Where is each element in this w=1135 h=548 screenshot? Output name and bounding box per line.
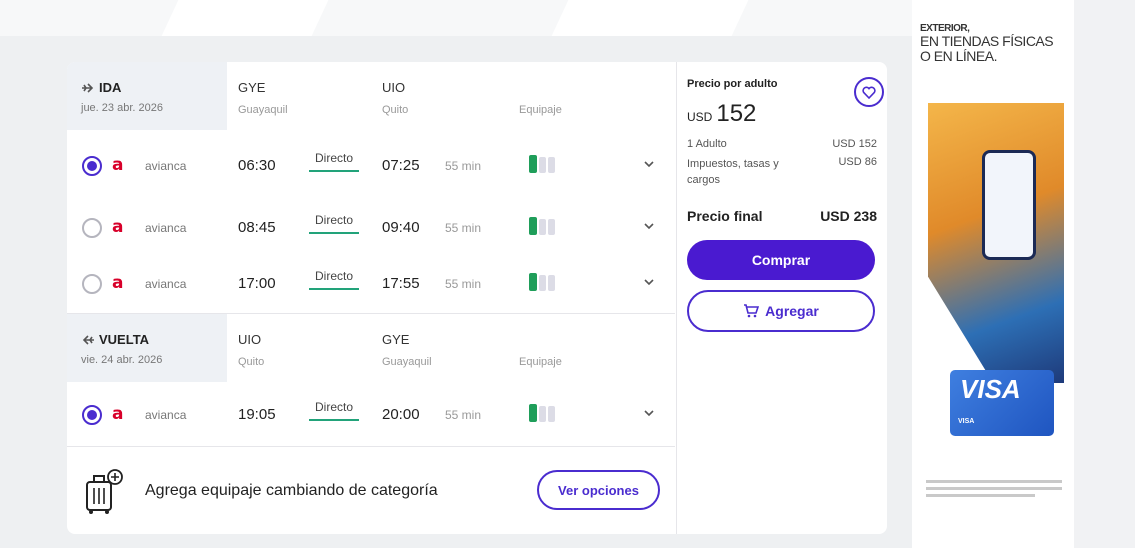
return-label: VUELTA — [99, 332, 150, 347]
outbound-dest-code: UIO — [382, 80, 406, 95]
chevron-down-icon[interactable] — [642, 219, 656, 233]
outbound-equipment-header: Equipaje — [519, 104, 562, 116]
stops-label: Directo — [309, 151, 359, 172]
return-equipment-header: Equipaje — [519, 356, 562, 368]
adult-line: 1 Adulto USD 152 — [687, 138, 877, 150]
final-price-label: Precio final — [687, 208, 763, 224]
avianca-logo-icon: a — [112, 155, 124, 175]
return-header: VUELTA vie. 24 abr. 2026 UIO Quito GYE G… — [67, 314, 675, 382]
airline-name: avianca — [145, 277, 187, 291]
duration: 55 min — [445, 159, 482, 173]
airline-name: avianca — [145, 159, 187, 173]
arrive-time: 09:40 — [382, 219, 420, 236]
ad-headline: EXTERIOR, EN TIENDAS FÍSICAS O EN LÍNEA. — [920, 24, 1054, 64]
flight-radio[interactable] — [82, 405, 102, 425]
ad-phone-image — [982, 150, 1036, 260]
flight-row[interactable]: a avianca 19:05 Directo 20:00 55 min — [67, 384, 675, 446]
depart-time: 06:30 — [238, 157, 276, 174]
final-price-line: Precio final USD 238 — [687, 208, 877, 224]
ad-line: O EN LÍNEA. — [920, 48, 997, 64]
favorite-button[interactable] — [854, 77, 884, 107]
return-tag: VUELTA vie. 24 abr. 2026 — [67, 314, 227, 382]
luggage-upsell-text: Agrega equipaje cambiando de categoría — [145, 482, 438, 499]
arrive-time: 20:00 — [382, 406, 420, 423]
final-price-value: USD 238 — [820, 208, 877, 224]
plane-right-icon — [82, 82, 94, 93]
view-options-button[interactable]: Ver opciones — [537, 470, 660, 510]
airline-name: avianca — [145, 221, 187, 235]
duration: 55 min — [445, 277, 482, 291]
plane-left-icon — [82, 334, 94, 345]
buy-button[interactable]: Comprar — [687, 240, 875, 280]
visa-ad-banner[interactable]: EXTERIOR, EN TIENDAS FÍSICAS O EN LÍNEA.… — [912, 0, 1074, 548]
outbound-origin-code: GYE — [238, 80, 266, 95]
visa-card-image: VISA VISA — [950, 370, 1054, 436]
stops-label: Directo — [309, 400, 359, 421]
arrive-time: 17:55 — [382, 275, 420, 292]
outbound-origin-city: Guayaquil — [238, 104, 288, 116]
visa-logo: VISA — [960, 374, 1021, 404]
luggage-icon — [529, 217, 555, 235]
cart-icon — [744, 304, 760, 318]
page-margin — [1074, 0, 1135, 548]
arrive-time: 07:25 — [382, 157, 420, 174]
taxes-line: Impuestos, tasas y cargos USD 86 — [687, 156, 877, 188]
taxes-value: USD 86 — [838, 156, 877, 168]
banner-wave — [161, 0, 329, 36]
luggage-add-icon — [86, 469, 123, 514]
stops-label: Directo — [309, 213, 359, 234]
outbound-date: jue. 23 abr. 2026 — [81, 102, 163, 114]
luggage-icon — [529, 273, 555, 291]
flight-row[interactable]: a avianca 06:30 Directo 07:25 55 min — [67, 135, 675, 197]
return-date: vie. 24 abr. 2026 — [81, 354, 163, 366]
return-origin-code: UIO — [238, 332, 262, 347]
add-to-cart-button[interactable]: Agregar — [687, 290, 875, 332]
flight-radio[interactable] — [82, 218, 102, 238]
flight-radio[interactable] — [82, 274, 102, 294]
add-to-cart-label: Agregar — [765, 303, 819, 319]
price-per-adult-title: Precio por adulto — [687, 78, 778, 90]
avianca-logo-icon: a — [112, 217, 124, 237]
banner-wave — [551, 0, 749, 36]
visa-card-mark: VISA — [958, 418, 975, 425]
flight-list: IDA jue. 23 abr. 2026 GYE Guayaquil UIO … — [67, 62, 675, 534]
flight-radio[interactable] — [82, 156, 102, 176]
taxes-label: Impuestos, tasas y cargos — [687, 158, 779, 186]
flight-summary-card: IDA jue. 23 abr. 2026 GYE Guayaquil UIO … — [67, 62, 887, 534]
adult-label: 1 Adulto — [687, 138, 727, 150]
duration: 55 min — [445, 221, 482, 235]
return-dest-city: Guayaquil — [382, 356, 432, 368]
luggage-icon — [529, 404, 555, 422]
outbound-header: IDA jue. 23 abr. 2026 GYE Guayaquil UIO … — [67, 62, 675, 130]
adult-value: USD 152 — [832, 138, 877, 150]
depart-time: 19:05 — [238, 406, 276, 423]
stops-label: Directo — [309, 269, 359, 290]
luggage-upsell: Agrega equipaje cambiando de categoría V… — [67, 446, 675, 534]
chevron-down-icon[interactable] — [642, 157, 656, 171]
avianca-logo-icon: a — [112, 273, 124, 293]
depart-time: 17:00 — [238, 275, 276, 292]
chevron-down-icon[interactable] — [642, 406, 656, 420]
luggage-icon — [529, 155, 555, 173]
avianca-logo-icon: a — [112, 404, 124, 424]
price-currency: USD — [687, 110, 713, 124]
outbound-label: IDA — [99, 80, 122, 95]
heart-icon — [862, 86, 876, 99]
ad-line: EN TIENDAS FÍSICAS — [920, 33, 1054, 49]
price-per-adult: USD 152 — [687, 100, 756, 128]
chevron-down-icon[interactable] — [642, 275, 656, 289]
ad-fine-print — [926, 480, 1062, 506]
price-amount: 152 — [716, 100, 757, 127]
flight-row[interactable]: a avianca 17:00 Directo 17:55 55 min — [67, 253, 675, 315]
return-dest-code: GYE — [382, 332, 410, 347]
flight-row[interactable]: a avianca 08:45 Directo 09:40 55 min — [67, 197, 675, 259]
return-origin-city: Quito — [238, 356, 265, 368]
depart-time: 08:45 — [238, 219, 276, 236]
price-panel: Precio por adulto USD 152 1 Adulto USD 1… — [676, 62, 887, 534]
airline-name: avianca — [145, 408, 187, 422]
outbound-tag: IDA jue. 23 abr. 2026 — [67, 62, 227, 130]
duration: 55 min — [445, 408, 482, 422]
outbound-dest-city: Quito — [382, 104, 409, 116]
